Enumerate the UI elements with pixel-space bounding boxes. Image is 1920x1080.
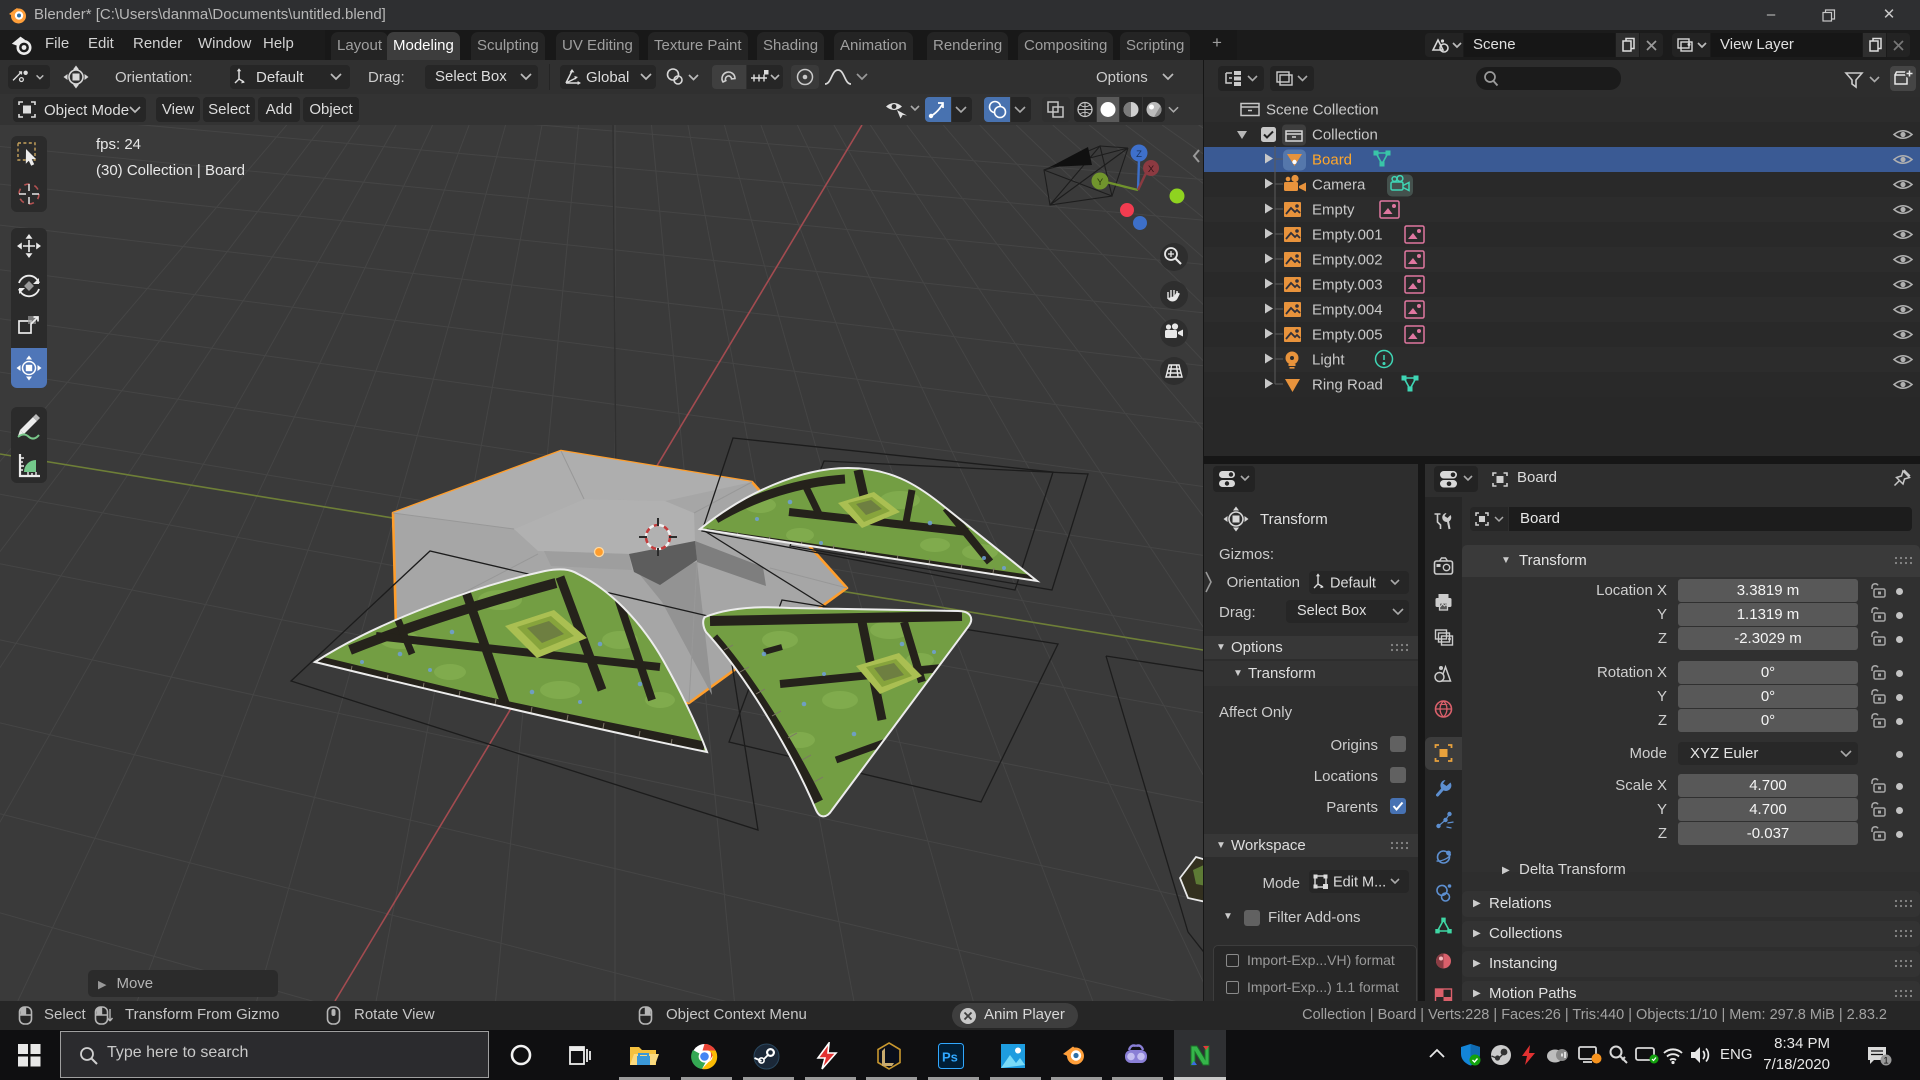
svg-text:Global: Global bbox=[586, 69, 629, 86]
svg-text:Y: Y bbox=[1097, 177, 1104, 188]
svg-text:Z: Z bbox=[1136, 149, 1142, 160]
svg-text:Empty: Empty bbox=[1312, 202, 1355, 219]
svg-text:Edit M...: Edit M... bbox=[1333, 875, 1386, 891]
svg-text:Light: Light bbox=[1312, 352, 1345, 369]
svg-text:Default: Default bbox=[1330, 576, 1376, 592]
svg-text:Empty.001: Empty.001 bbox=[1312, 227, 1383, 244]
svg-text:Board: Board bbox=[1312, 152, 1352, 169]
svg-text:X: X bbox=[1148, 164, 1155, 175]
svg-text:Empty.003: Empty.003 bbox=[1312, 277, 1383, 294]
svg-text:Default: Default bbox=[256, 69, 304, 86]
svg-text:Ps: Ps bbox=[942, 1050, 958, 1065]
svg-text:Camera: Camera bbox=[1312, 177, 1366, 194]
svg-text:Ring Road: Ring Road bbox=[1312, 377, 1383, 394]
svg-text:Object Mode: Object Mode bbox=[44, 102, 129, 119]
svg-text:1: 1 bbox=[1883, 1056, 1888, 1067]
svg-text:Empty.005: Empty.005 bbox=[1312, 327, 1383, 344]
svg-text:Empty.004: Empty.004 bbox=[1312, 302, 1383, 319]
svg-text:Empty.002: Empty.002 bbox=[1312, 252, 1383, 269]
svg-text:Collection: Collection bbox=[1312, 127, 1378, 144]
svg-text:Scene Collection: Scene Collection bbox=[1266, 102, 1379, 119]
